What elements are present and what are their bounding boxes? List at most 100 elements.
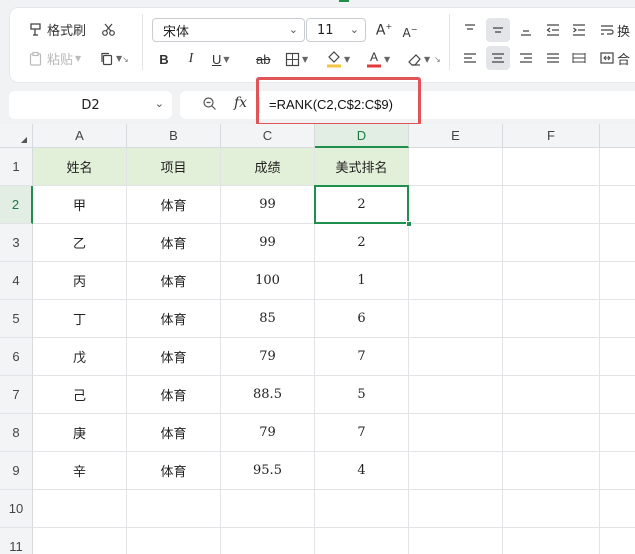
table-cell[interactable] [600,224,635,262]
table-cell[interactable] [503,376,600,414]
table-cell[interactable]: 6 [315,300,409,338]
table-cell[interactable] [600,376,635,414]
italic-button[interactable]: I [183,49,199,69]
row-header[interactable]: 6 [0,338,33,376]
cut-button[interactable] [99,19,117,39]
table-cell[interactable] [409,376,503,414]
table-cell[interactable] [503,148,600,186]
table-cell[interactable] [409,490,503,528]
column-header[interactable]: C [221,124,315,148]
table-cell[interactable]: 1 [315,262,409,300]
table-cell[interactable] [600,490,635,528]
table-cell[interactable]: 体育 [127,452,221,490]
align-left-button[interactable] [460,48,480,68]
indent-increase-button[interactable] [569,20,589,40]
table-cell[interactable] [503,414,600,452]
table-cell[interactable] [221,528,315,554]
table-cell[interactable]: 体育 [127,414,221,452]
row-header[interactable]: 4 [0,262,33,300]
clipboard-dialog-launcher[interactable]: ↘ [122,55,129,64]
table-cell[interactable] [409,452,503,490]
column-header[interactable]: A [33,124,127,148]
row-header[interactable]: 9 [0,452,33,490]
copy-button[interactable]: ▼ [99,48,122,68]
wrap-text-button[interactable]: 换 [600,20,630,40]
table-cell[interactable]: 5 [315,376,409,414]
table-cell[interactable] [409,186,503,224]
table-cell[interactable]: 79 [221,338,315,376]
table-cell[interactable] [503,224,600,262]
table-cell[interactable] [600,300,635,338]
table-cell[interactable] [503,490,600,528]
row-header[interactable]: 2 [0,186,33,224]
table-cell[interactable]: 体育 [127,186,221,224]
align-middle-button[interactable] [486,18,510,42]
align-bottom-button[interactable] [516,20,536,40]
row-header[interactable]: 8 [0,414,33,452]
table-cell[interactable]: 99 [221,224,315,262]
font-color-button[interactable]: A ▼ [366,48,390,70]
row-header[interactable]: 5 [0,300,33,338]
table-cell[interactable]: 95.5 [221,452,315,490]
table-cell[interactable]: 79 [221,414,315,452]
table-cell[interactable] [503,452,600,490]
table-cell[interactable]: 体育 [127,262,221,300]
table-cell[interactable] [409,528,503,554]
table-cell[interactable] [409,224,503,262]
table-cell[interactable]: 己 [33,376,127,414]
table-cell[interactable]: 体育 [127,300,221,338]
row-header[interactable]: 3 [0,224,33,262]
underline-button[interactable]: U ▼ [212,49,230,69]
table-cell[interactable]: 7 [315,338,409,376]
table-cell[interactable] [600,338,635,376]
indent-decrease-button[interactable] [543,20,563,40]
table-cell[interactable] [409,338,503,376]
table-cell[interactable] [409,148,503,186]
strikethrough-button[interactable]: ab [256,49,270,69]
fill-color-button[interactable]: ▼ [326,48,350,70]
font-size-select[interactable]: 11 ⌄ [306,18,366,42]
table-cell[interactable]: 乙 [33,224,127,262]
table-cell[interactable] [503,528,600,554]
header-cell[interactable]: 姓名 [33,148,127,186]
column-header[interactable]: E [409,124,503,148]
table-cell[interactable]: 体育 [127,338,221,376]
table-cell[interactable] [221,490,315,528]
table-cell[interactable]: 庚 [33,414,127,452]
table-cell[interactable]: 85 [221,300,315,338]
clear-format-button[interactable]: ▼ [407,49,430,69]
table-cell[interactable]: 100 [221,262,315,300]
merge-button[interactable]: 合 [600,48,630,68]
table-cell[interactable] [33,490,127,528]
column-header[interactable]: B [127,124,221,148]
table-cell[interactable] [127,490,221,528]
table-cell[interactable] [600,148,635,186]
table-cell[interactable]: 7 [315,414,409,452]
table-cell[interactable] [409,414,503,452]
table-cell[interactable]: 丁 [33,300,127,338]
column-header[interactable]: F [503,124,600,148]
table-cell[interactable] [600,528,635,554]
row-header[interactable]: 10 [0,490,33,528]
table-cell[interactable]: 丙 [33,262,127,300]
table-cell[interactable] [127,528,221,554]
fill-handle[interactable] [406,221,412,227]
table-cell[interactable]: 甲 [33,186,127,224]
column-header[interactable]: D [315,124,409,148]
header-cell[interactable]: 美式排名 [315,148,409,186]
table-cell[interactable] [600,262,635,300]
font-dialog-launcher[interactable]: ↘ [434,55,441,64]
decrease-font-size-button[interactable]: A− [400,21,420,43]
insert-function-button[interactable]: fx [234,95,247,111]
table-cell[interactable] [503,300,600,338]
header-cell[interactable]: 项目 [127,148,221,186]
table-cell[interactable]: 4 [315,452,409,490]
format-painter-button[interactable]: 格式刷 [28,19,86,39]
table-cell[interactable]: 99 [221,186,315,224]
table-cell[interactable] [600,452,635,490]
table-cell[interactable] [315,490,409,528]
table-cell[interactable] [503,338,600,376]
row-header[interactable]: 1 [0,148,33,186]
table-cell[interactable]: 辛 [33,452,127,490]
table-cell[interactable] [600,414,635,452]
